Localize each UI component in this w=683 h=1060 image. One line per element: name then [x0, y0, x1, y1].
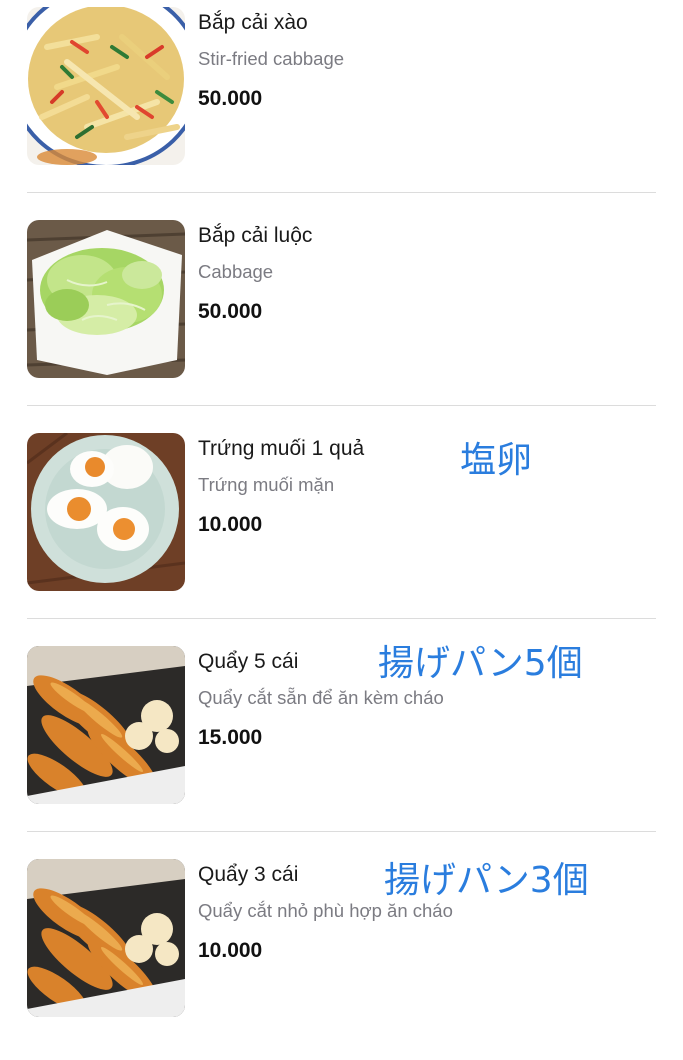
item-price: 50.000 [198, 300, 263, 323]
item-price: 15.000 [198, 726, 263, 749]
item-description: Trứng muối mặn [198, 474, 335, 495]
item-name: Quẩy 3 cái [198, 863, 299, 886]
food-image[interactable] [27, 859, 185, 1017]
menu-item[interactable]: Quẩy 3 cái Quẩy cắt nhỏ phù hợp ăn cháo … [0, 847, 683, 1060]
divider [27, 618, 656, 619]
fried-dough-photo [27, 646, 185, 804]
divider [27, 192, 656, 193]
item-name: Bắp cải xào [198, 11, 308, 34]
menu-item[interactable]: Bắp cải xào Stir-fried cabbage 50.000 [0, 0, 683, 208]
item-price: 10.000 [198, 513, 263, 536]
food-image[interactable] [27, 220, 185, 378]
food-image[interactable] [27, 433, 185, 591]
stir-fried-cabbage-photo [27, 7, 185, 165]
item-name: Bắp cải luộc [198, 224, 313, 247]
salted-egg-photo [27, 433, 185, 591]
divider [27, 405, 656, 406]
item-price: 50.000 [198, 87, 263, 110]
divider [27, 831, 656, 832]
menu-item[interactable]: Bắp cải luộc Cabbage 50.000 [0, 208, 683, 421]
menu-item[interactable]: Trứng muối 1 quả Trứng muối mặn 10.000 塩… [0, 421, 683, 634]
item-description: Quẩy cắt nhỏ phù hợp ăn cháo [198, 900, 453, 921]
handwritten-note: 揚げパン3個 [384, 860, 589, 901]
boiled-cabbage-photo [27, 220, 185, 378]
item-price: 10.000 [198, 939, 263, 962]
food-image[interactable] [27, 646, 185, 804]
item-description: Quẩy cắt sẵn để ăn kèm cháo [198, 687, 444, 708]
fried-dough-photo [27, 859, 185, 1017]
handwritten-note: 塩卵 [460, 440, 533, 481]
item-name: Trứng muối 1 quả [198, 437, 365, 460]
menu-item[interactable]: Quẩy 5 cái Quẩy cắt sẵn để ăn kèm cháo 1… [0, 634, 683, 847]
item-description: Cabbage [198, 261, 274, 282]
handwritten-note: 揚げパン5個 [378, 643, 583, 684]
item-description: Stir-fried cabbage [198, 48, 345, 69]
food-image[interactable] [27, 7, 185, 165]
item-name: Quẩy 5 cái [198, 650, 299, 673]
